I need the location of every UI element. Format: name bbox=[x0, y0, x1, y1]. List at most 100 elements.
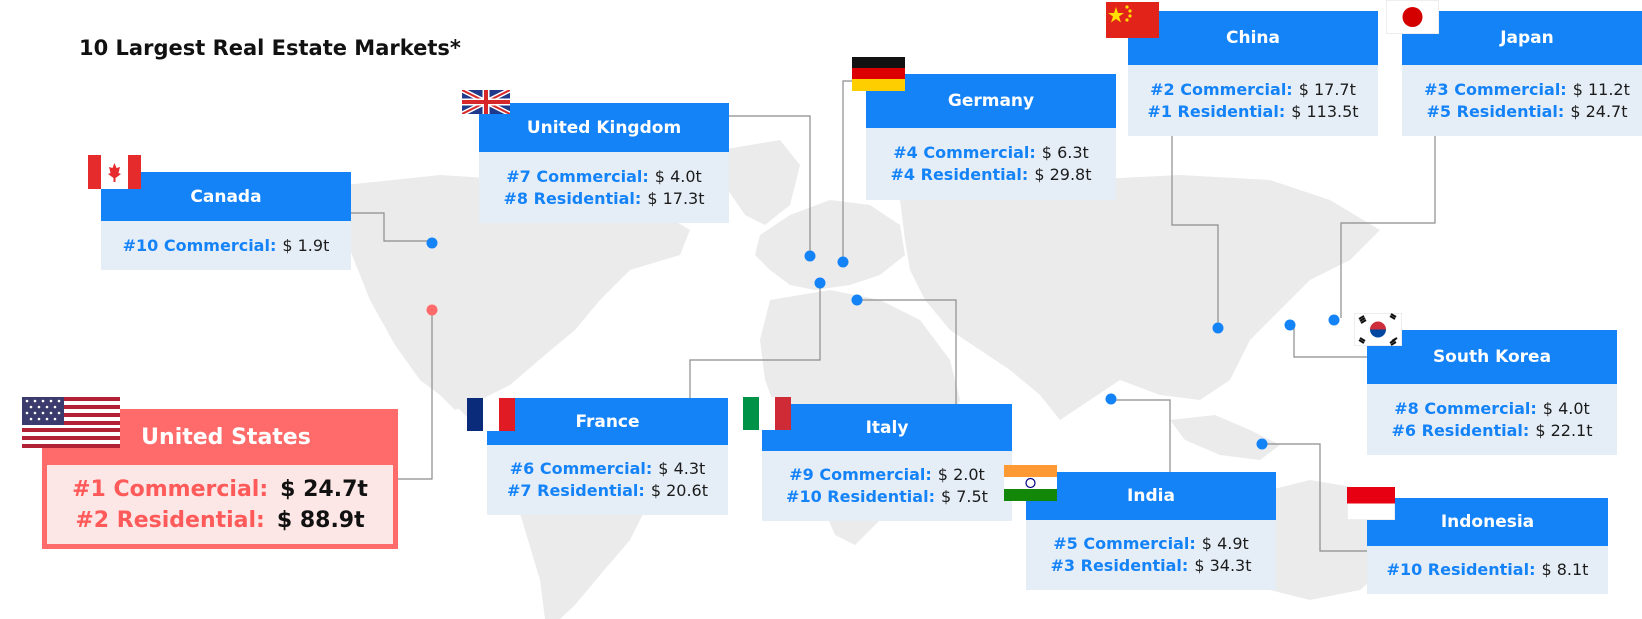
stat-row: #6 Commercial: $ 4.3t bbox=[510, 458, 706, 480]
market-card-china: China #2 Commercial: $ 17.7t #1 Residenti… bbox=[1128, 11, 1378, 136]
stat-row: #3 Commercial: $ 11.2t bbox=[1424, 79, 1630, 101]
stat-label: #7 Residential: bbox=[507, 481, 645, 500]
market-stats: #6 Commercial: $ 4.3t #7 Residential: $ 20… bbox=[487, 445, 728, 515]
stat-label: #3 Commercial: bbox=[1424, 79, 1567, 99]
stat-value: $ 4.3t bbox=[658, 459, 706, 478]
stat-row: #10 Residential: $ 8.1t bbox=[1387, 559, 1589, 581]
stat-row: #3 Residential: $ 34.3t bbox=[1051, 555, 1252, 577]
germany-location-dot bbox=[837, 256, 849, 268]
stat-row: #1 Residential: $ 113.5t bbox=[1147, 101, 1358, 123]
italy-location-dot bbox=[851, 294, 863, 306]
stat-value: $ 7.5t bbox=[940, 487, 988, 506]
infographic: 10 Largest Real Estate Markets* Canada #… bbox=[0, 0, 1642, 619]
stat-label: #9 Commercial: bbox=[789, 465, 932, 484]
market-card-france: France #6 Commercial: $ 4.3t #7 Residenti… bbox=[487, 398, 728, 515]
stat-row: #6 Residential: $ 22.1t bbox=[1392, 420, 1593, 442]
stat-value: $ 4.9t bbox=[1201, 534, 1249, 553]
market-name: China bbox=[1128, 11, 1378, 65]
indonesia-location-dot bbox=[1256, 438, 1268, 450]
flag-south-korea-icon bbox=[1354, 313, 1402, 346]
france-location-dot bbox=[814, 277, 826, 289]
market-stats: #1 Commercial: $ 24.7t #2 Residential: $ 8… bbox=[47, 465, 393, 544]
canada-location-dot bbox=[426, 237, 438, 249]
stat-label: #10 Commercial: bbox=[122, 235, 277, 255]
stat-label: #10 Residential: bbox=[1386, 560, 1536, 579]
stat-value: $ 2.0t bbox=[937, 465, 985, 484]
stat-label: #3 Residential: bbox=[1050, 556, 1189, 575]
market-name: Italy bbox=[762, 404, 1012, 451]
market-card-india: India #5 Commercial: $ 4.9t #3 Residentia… bbox=[1026, 472, 1276, 590]
japan-location-dot bbox=[1328, 314, 1340, 326]
page-title: 10 Largest Real Estate Markets* bbox=[79, 36, 461, 60]
stat-value: $ 24.7t bbox=[280, 476, 368, 502]
stat-value: $ 17.7t bbox=[1298, 79, 1356, 99]
market-stats: #4 Commercial: $ 6.3t #4 Residential: $ 29… bbox=[866, 128, 1116, 200]
stat-label: #8 Commercial: bbox=[1394, 398, 1537, 418]
stat-row: #2 Residential: $ 88.9t bbox=[75, 505, 364, 536]
market-card-italy: Italy #9 Commercial: $ 2.0t #10 Residenti… bbox=[762, 404, 1012, 521]
stat-label: #4 Residential: bbox=[890, 165, 1029, 184]
flag-indonesia-icon bbox=[1347, 487, 1395, 520]
market-stats: #10 Commercial: $ 1.9t bbox=[101, 221, 351, 270]
market-card-indonesia: Indonesia #10 Residential: $ 8.1t bbox=[1367, 498, 1608, 594]
market-name: India bbox=[1026, 472, 1276, 520]
stat-row: #1 Commercial: $ 24.7t bbox=[72, 474, 368, 505]
stat-value: $ 4.0t bbox=[654, 166, 702, 186]
stat-label: #6 Commercial: bbox=[509, 459, 653, 478]
market-stats: #2 Commercial: $ 17.7t #1 Residential: $ 1… bbox=[1128, 65, 1378, 136]
stat-row: #5 Residential: $ 24.7t bbox=[1427, 101, 1628, 123]
uk-location-dot bbox=[804, 250, 816, 262]
china-location-dot bbox=[1212, 322, 1224, 334]
stat-value: $ 20.6t bbox=[650, 481, 708, 500]
market-stats: #3 Commercial: $ 11.2t #5 Residential: $ 2… bbox=[1402, 65, 1642, 136]
flag-united-states-icon bbox=[22, 397, 120, 448]
stat-row: #4 Commercial: $ 6.3t bbox=[893, 142, 1089, 164]
stat-label: #2 Residential: bbox=[75, 507, 265, 533]
market-card-korea: South Korea #8 Commercial: $ 4.0t #6 Resi… bbox=[1367, 330, 1617, 455]
stat-value: $ 29.8t bbox=[1034, 165, 1092, 184]
korea-location-dot bbox=[1284, 319, 1296, 331]
stat-value: $ 88.9t bbox=[276, 507, 365, 533]
market-name: United Kingdom bbox=[479, 103, 729, 152]
flag-france-icon bbox=[467, 398, 515, 431]
stat-row: #8 Commercial: $ 4.0t bbox=[1394, 398, 1590, 420]
stat-value: $ 24.7t bbox=[1570, 101, 1628, 121]
stat-label: #8 Residential: bbox=[503, 188, 642, 208]
stat-value: $ 6.3t bbox=[1041, 143, 1089, 162]
flag-germany-icon bbox=[852, 57, 905, 91]
flag-japan-icon bbox=[1386, 0, 1439, 34]
india-location-dot bbox=[1105, 393, 1117, 405]
flag-uk-icon bbox=[462, 90, 510, 114]
stat-value: $ 17.3t bbox=[647, 188, 705, 208]
stat-label: #4 Commercial: bbox=[893, 143, 1036, 162]
stat-label: #1 Commercial: bbox=[72, 476, 269, 502]
stat-label: #7 Commercial: bbox=[506, 166, 649, 186]
stat-row: #7 Residential: $ 20.6t bbox=[507, 480, 708, 502]
market-card-germany: Germany #4 Commercial: $ 6.3t #4 Resident… bbox=[866, 74, 1116, 200]
flag-india-icon bbox=[1004, 465, 1057, 501]
stat-row: #10 Commercial: $ 1.9t bbox=[123, 235, 330, 257]
stat-value: $ 11.2t bbox=[1572, 79, 1630, 99]
stat-row: #5 Commercial: $ 4.9t bbox=[1053, 533, 1249, 555]
market-stats: #8 Commercial: $ 4.0t #6 Residential: $ 22… bbox=[1367, 384, 1617, 455]
stat-value: $ 1.9t bbox=[282, 235, 330, 255]
stat-row: #2 Commercial: $ 17.7t bbox=[1150, 79, 1356, 101]
market-name: Indonesia bbox=[1367, 498, 1608, 546]
stat-label: #5 Commercial: bbox=[1053, 534, 1196, 553]
stat-value: $ 8.1t bbox=[1541, 560, 1589, 579]
flag-italy-icon bbox=[743, 397, 791, 430]
market-stats: #5 Commercial: $ 4.9t #3 Residential: $ 34… bbox=[1026, 520, 1276, 590]
stat-label: #1 Residential: bbox=[1147, 101, 1286, 121]
stat-label: #10 Residential: bbox=[786, 487, 935, 506]
flag-canada-icon bbox=[88, 155, 141, 189]
market-name: South Korea bbox=[1367, 330, 1617, 384]
stat-value: $ 34.3t bbox=[1194, 556, 1252, 575]
market-stats: #10 Residential: $ 8.1t bbox=[1367, 546, 1608, 594]
stat-label: #5 Residential: bbox=[1426, 101, 1565, 121]
market-stats: #9 Commercial: $ 2.0t #10 Residential: $ 7… bbox=[762, 451, 1012, 521]
stat-value: $ 4.0t bbox=[1542, 398, 1590, 418]
stat-value: $ 22.1t bbox=[1535, 420, 1593, 440]
stat-row: #8 Residential: $ 17.3t bbox=[504, 188, 705, 210]
flag-china-icon bbox=[1106, 2, 1159, 38]
market-stats: #7 Commercial: $ 4.0t #8 Residential: $ 17… bbox=[479, 152, 729, 223]
